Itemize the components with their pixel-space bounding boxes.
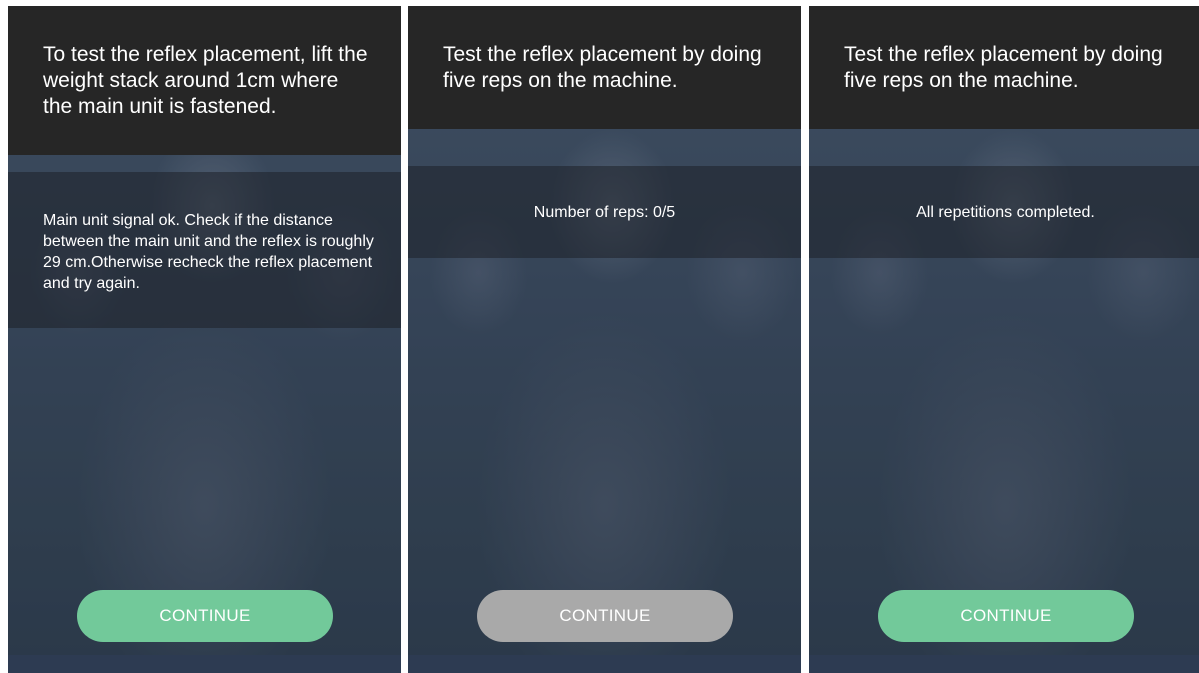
instruction-header: To test the reflex placement, lift the w…	[8, 6, 401, 155]
instruction-header: Test the reflex placement by doing five …	[408, 6, 801, 129]
bottom-strip	[8, 655, 401, 673]
bottom-strip	[809, 655, 1199, 673]
screen-reps-completed: Test the reflex placement by doing five …	[809, 6, 1199, 673]
continue-button-disabled[interactable]: CONTINUE	[477, 590, 733, 642]
bottom-strip	[408, 655, 801, 673]
instruction-header: Test the reflex placement by doing five …	[809, 6, 1199, 129]
screen-reps-in-progress: Test the reflex placement by doing five …	[408, 6, 801, 673]
continue-button[interactable]: CONTINUE	[77, 590, 333, 642]
completion-message: All repetitions completed.	[809, 166, 1199, 258]
screen-reflex-lift-test: To test the reflex placement, lift the w…	[8, 6, 401, 673]
reps-counter: Number of reps: 0/5	[408, 166, 801, 258]
status-message: Main unit signal ok. Check if the distan…	[8, 172, 401, 328]
continue-button[interactable]: CONTINUE	[878, 590, 1134, 642]
